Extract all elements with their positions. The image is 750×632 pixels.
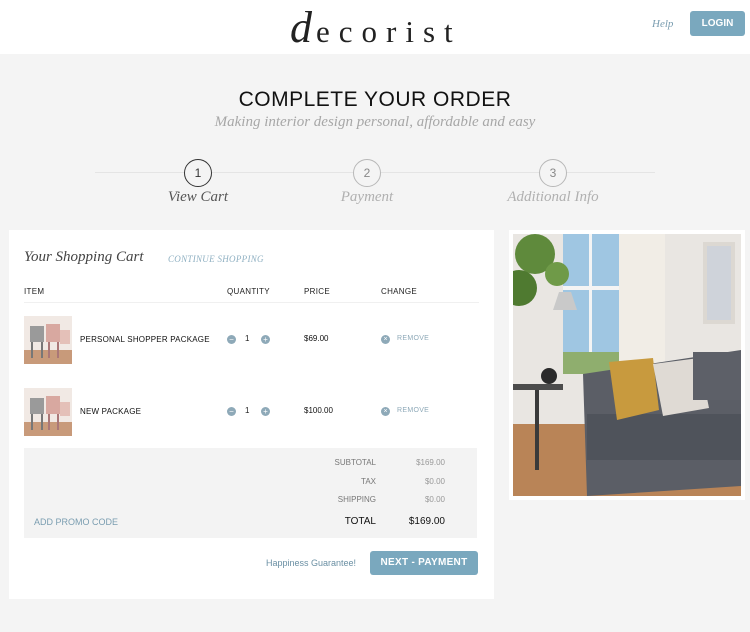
step-label: Payment [340, 189, 394, 205]
step-number: 1 [184, 159, 212, 187]
decorist-logo[interactable]: decorist [290, 2, 462, 53]
product-thumbnail [24, 316, 72, 364]
column-header-change: CHANGE [381, 287, 418, 296]
logo-initial: d [290, 3, 316, 52]
top-bar: decorist Help LOGIN [0, 0, 750, 54]
item-price: $69.00 [304, 334, 329, 343]
help-link[interactable]: Help [652, 18, 673, 30]
order-summary: SUBTOTAL $169.00 TAX $0.00 SHIPPING $0.0… [24, 448, 477, 538]
step-additional-info[interactable]: 3 Additional Info [473, 159, 633, 206]
shopping-cart-panel: Your Shopping Cart CONTINUE SHOPPING ITE… [9, 230, 494, 599]
plus-icon[interactable]: + [261, 335, 270, 344]
minus-icon[interactable]: − [227, 335, 236, 344]
shipping-value: $0.00 [424, 495, 445, 504]
quantity-value: 1 [245, 406, 250, 415]
next-payment-button[interactable]: NEXT - PAYMENT [370, 551, 478, 575]
tax-label: TAX [361, 477, 376, 486]
page-subtitle: Making interior design personal, afforda… [214, 114, 536, 130]
total-label: TOTAL [344, 516, 376, 527]
header-divider [24, 302, 479, 303]
logo-rest: ecorist [316, 14, 462, 49]
total-value: $169.00 [408, 516, 445, 527]
item-name: NEW PACKAGE [80, 407, 142, 416]
living-room-photo [501, 230, 745, 500]
item-price: $100.00 [304, 406, 333, 415]
step-label: View Cart [167, 189, 229, 205]
remove-icon[interactable]: × [381, 335, 390, 344]
minus-icon[interactable]: − [227, 407, 236, 416]
step-number: 2 [353, 159, 381, 187]
remove-link[interactable]: REMOVE [397, 407, 429, 414]
step-label: Additional Info [507, 189, 599, 205]
subtotal-value: $169.00 [416, 458, 445, 467]
remove-icon[interactable]: × [381, 407, 390, 416]
quantity-value: 1 [245, 334, 250, 343]
remove-link[interactable]: REMOVE [397, 335, 429, 342]
product-thumbnail [24, 388, 72, 436]
subtotal-label: SUBTOTAL [334, 458, 377, 467]
step-payment[interactable]: 2 Payment [287, 159, 447, 206]
item-name: PERSONAL SHOPPER PACKAGE [80, 335, 210, 344]
step-view-cart[interactable]: 1 View Cart [118, 159, 278, 206]
login-button[interactable]: LOGIN [690, 11, 745, 36]
column-header-quantity: QUANTITY [227, 287, 270, 296]
cart-row: PERSONAL SHOPPER PACKAGE − 1 + $69.00 × … [24, 316, 484, 366]
add-promo-code-link[interactable]: ADD PROMO CODE [34, 517, 118, 527]
column-header-item: ITEM [24, 287, 45, 296]
happiness-guarantee-link[interactable]: Happiness Guarantee! [266, 558, 356, 568]
cart-row: NEW PACKAGE − 1 + $100.00 × REMOVE [24, 388, 484, 438]
step-number: 3 [539, 159, 567, 187]
shipping-label: SHIPPING [337, 495, 376, 504]
cart-title: Your Shopping Cart [24, 249, 144, 265]
column-header-price: PRICE [304, 287, 330, 296]
tax-value: $0.00 [424, 477, 445, 486]
page-title: COMPLETE YOUR ORDER [238, 88, 512, 111]
plus-icon[interactable]: + [261, 407, 270, 416]
continue-shopping-link[interactable]: CONTINUE SHOPPING [168, 254, 264, 264]
